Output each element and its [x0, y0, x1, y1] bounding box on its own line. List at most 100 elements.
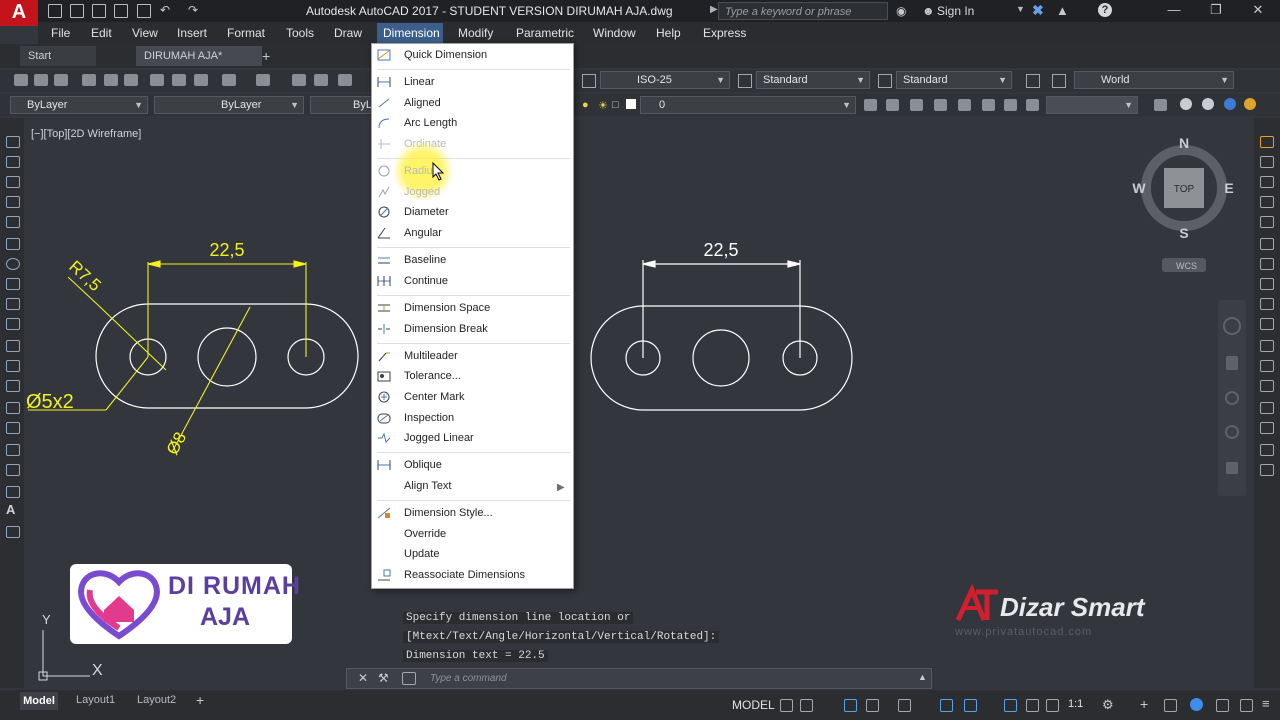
pan-nav-icon[interactable] — [1226, 356, 1238, 370]
menu-item-jogged[interactable]: Jogged — [404, 186, 440, 198]
menu-separator — [377, 247, 570, 248]
menu-separator — [377, 295, 570, 296]
isodraft-icon[interactable] — [898, 699, 911, 712]
showmotion-icon[interactable] — [1226, 462, 1238, 474]
inspection-icon — [377, 413, 391, 424]
menu-item-tolerance[interactable]: Tolerance... — [404, 370, 461, 382]
object-snap-icon[interactable] — [964, 699, 977, 712]
menu-item-baseline[interactable]: Baseline — [404, 254, 446, 266]
add-layout-icon[interactable]: + — [196, 692, 204, 708]
command-history-line: [Mtext/Text/Angle/Horizontal/Vertical/Ro… — [403, 631, 720, 643]
dimension-space-icon — [378, 304, 390, 312]
customization-menu-icon[interactable]: ≡ — [1262, 696, 1270, 711]
ucs-y-label: Y — [42, 612, 51, 627]
ucs-x-label: X — [92, 662, 103, 679]
menu-item-aligned[interactable]: Aligned — [404, 97, 441, 109]
left-dimensions — [28, 260, 307, 453]
osnap-tracking-icon[interactable] — [940, 699, 953, 712]
dimension-style-icon — [377, 507, 391, 519]
menu-item-dimension-break[interactable]: Dimension Break — [404, 323, 488, 335]
tab-model[interactable]: Model — [20, 692, 58, 710]
annotation-monitor-icon[interactable]: + — [1140, 696, 1148, 712]
annotation-visibility-icon[interactable] — [1004, 699, 1017, 712]
units-icon[interactable] — [1164, 699, 1177, 712]
menu-item-jogged-linear[interactable]: Jogged Linear — [404, 432, 474, 444]
ordinate-icon — [378, 139, 390, 149]
tolerance-icon — [377, 371, 391, 382]
menu-item-linear[interactable]: Linear — [404, 76, 435, 88]
compass-north[interactable]: N — [1179, 135, 1189, 151]
menu-item-arc-length[interactable]: Arc Length — [404, 117, 457, 129]
close-command-icon[interactable]: ✕ — [358, 671, 368, 685]
menu-item-inspection[interactable]: Inspection — [404, 412, 454, 424]
jogged-linear-icon — [378, 432, 391, 443]
compass-south[interactable]: S — [1179, 225, 1188, 241]
left-center-hole — [197, 327, 257, 387]
menu-item-oblique[interactable]: Oblique — [404, 459, 442, 471]
linear-icon — [377, 77, 391, 87]
auto-scale-icon[interactable] — [1026, 699, 1039, 712]
recent-commands-icon[interactable] — [402, 672, 416, 685]
hole-dim-text: Ø5x2 — [26, 391, 74, 413]
command-history-line: Dimension text = 22.5 — [403, 650, 548, 662]
menu-item-reassociate-dimensions[interactable]: Reassociate Dimensions — [404, 569, 525, 581]
menu-item-update[interactable]: Update — [404, 548, 439, 560]
status-bar — [0, 690, 1280, 720]
tab-layout2[interactable]: Layout2 — [137, 694, 176, 706]
right-dim-top-text: 22,5 — [703, 240, 738, 260]
menu-item-angular[interactable]: Angular — [404, 227, 442, 239]
menu-item-align-text[interactable]: Align Text — [404, 480, 452, 492]
diameter-icon — [378, 206, 390, 218]
menu-separator — [377, 343, 570, 344]
chevron-up-icon[interactable]: ▲ — [918, 672, 927, 682]
jogged-icon — [378, 186, 390, 198]
tab-layout1[interactable]: Layout1 — [76, 694, 115, 706]
customize-wrench-icon[interactable]: ⚒ — [378, 671, 389, 685]
aligned-icon — [378, 98, 390, 108]
dizar-smart-wordmark: Dizar Smart — [1000, 592, 1145, 622]
radius-dim-text: R7,5 — [65, 257, 104, 295]
menu-separator — [377, 69, 570, 70]
isolate-objects-icon[interactable] — [1190, 698, 1203, 711]
workspace-gear-icon[interactable]: ⚙ — [1102, 697, 1114, 713]
snap-icon[interactable] — [800, 699, 813, 712]
annotation-scale-value[interactable]: 1:1 — [1068, 698, 1083, 710]
left-part-geometry — [95, 303, 359, 409]
logo-text-line2: AJA — [200, 603, 251, 631]
menu-item-override[interactable]: Override — [404, 528, 446, 540]
dizar-smart-url: www.privatautocad.com — [955, 626, 1093, 638]
menu-item-quick-dimension[interactable]: Quick Dimension — [404, 49, 487, 61]
mouse-pointer-icon — [432, 162, 445, 181]
right-slot-outline — [590, 305, 853, 411]
menu-item-diameter[interactable]: Diameter — [404, 206, 449, 218]
menu-item-multileader[interactable]: Multileader — [404, 350, 458, 362]
dizar-smart-logo-icon — [955, 584, 998, 622]
baseline-icon — [378, 257, 390, 264]
dimension-break-icon — [378, 324, 390, 334]
logo-text-line1: DI RUMAH — [168, 572, 301, 600]
menu-separator — [377, 452, 570, 453]
clean-screen-icon[interactable] — [1240, 699, 1253, 712]
menu-item-dimension-space[interactable]: Dimension Space — [404, 302, 490, 314]
viewcube-top-label[interactable]: TOP — [1174, 184, 1195, 195]
menu-item-continue[interactable]: Continue — [404, 275, 448, 287]
right-part-geometry — [590, 260, 853, 411]
command-input[interactable]: Type a command — [430, 673, 507, 684]
submenu-arrow-icon: ▶ — [557, 482, 565, 493]
annotation-scale-icon[interactable] — [1046, 699, 1059, 712]
continue-icon — [377, 276, 391, 286]
grid-icon[interactable] — [780, 699, 793, 712]
left-slot-outline — [95, 303, 359, 409]
menu-item-dimension-style[interactable]: Dimension Style... — [404, 507, 493, 519]
compass-west[interactable]: W — [1132, 180, 1146, 196]
multileader-icon — [378, 352, 390, 362]
compass-east[interactable]: E — [1224, 180, 1233, 196]
model-space-button[interactable]: MODEL — [732, 698, 775, 712]
arc-length-icon — [378, 118, 390, 129]
wcs-label[interactable]: WCS — [1176, 261, 1197, 271]
hardware-acceleration-icon[interactable] — [1216, 699, 1229, 712]
polar-icon[interactable] — [866, 699, 879, 712]
ortho-icon[interactable] — [844, 699, 857, 712]
menu-item-center-mark[interactable]: Center Mark — [404, 391, 465, 403]
right-center-hole — [692, 329, 750, 387]
